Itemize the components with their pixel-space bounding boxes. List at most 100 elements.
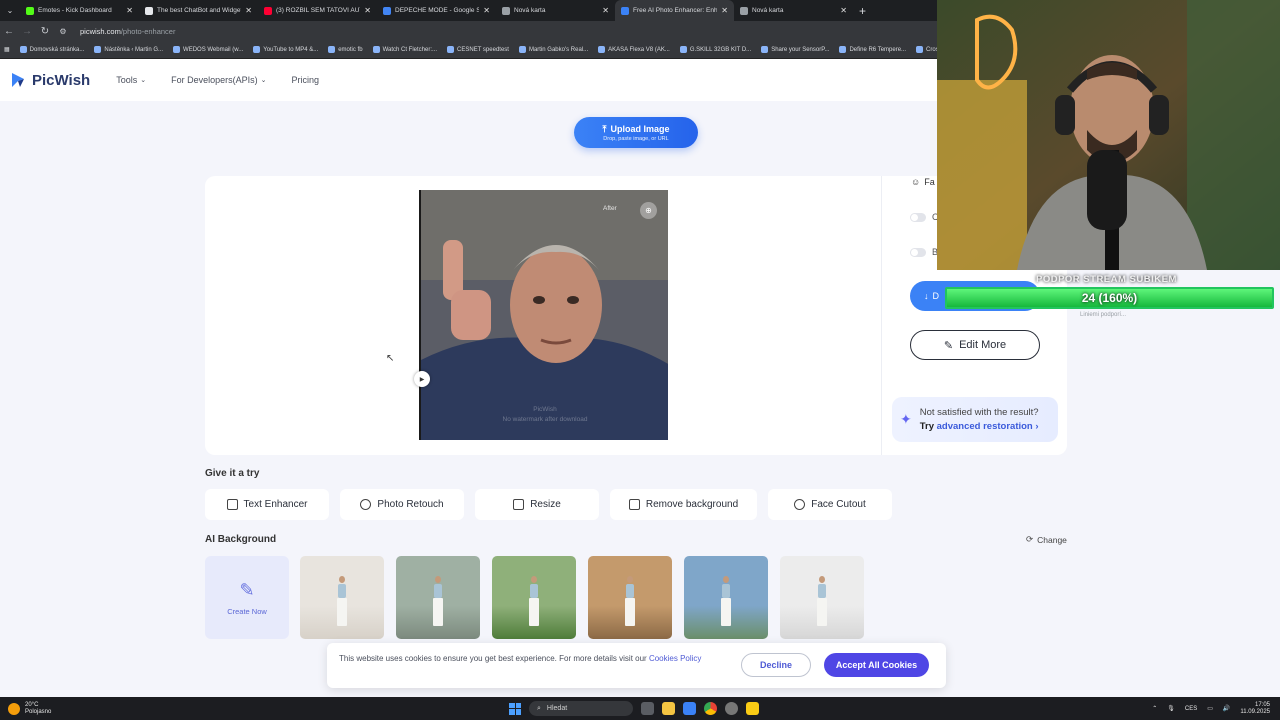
ai-background-thumbnail[interactable] (780, 556, 864, 639)
create-now-label: Create Now (227, 606, 267, 616)
side-divider (881, 176, 882, 455)
preview-image (419, 190, 668, 440)
network-icon[interactable]: ▭ (1207, 705, 1213, 712)
bookmark-item[interactable]: Nástěnka ‹ Martin G... (94, 46, 163, 53)
magic-wand-icon: ✎ (943, 339, 954, 352)
tool-label: Face Cutout (811, 499, 866, 510)
nav-developers[interactable]: For Developers(APIs) ⌄ (171, 75, 266, 85)
create-now-card[interactable]: ✎ Create Now (205, 556, 289, 639)
apps-grid-icon[interactable]: ▦ (4, 46, 10, 53)
tab-close-icon[interactable]: ✕ (721, 6, 728, 15)
bookmark-item[interactable]: YouTube to MP4 &... (253, 46, 318, 53)
weather-widget[interactable]: 20°C Polojasno (8, 702, 51, 716)
edit-more-button[interactable]: ✎ Edit More (910, 330, 1040, 360)
bookmark-item[interactable]: G.SKILL 32GB KIT D... (679, 46, 751, 53)
task-view-icon[interactable] (641, 702, 654, 715)
tool-label: Photo Retouch (377, 499, 444, 510)
browser-tab[interactable]: (3) ROZBIL SEM TATOVI AUTO | ✕ (258, 0, 377, 21)
upload-image-button[interactable]: ⤒ Upload Image Drop, paste image, or URL (574, 117, 698, 148)
tab-close-icon[interactable]: ✕ (126, 6, 133, 15)
accept-all-cookies-button[interactable]: Accept All Cookies (824, 653, 929, 677)
search-icon: ⌕ (537, 704, 541, 712)
nav-tools-label: Tools (116, 75, 138, 85)
bookmark-label: AKASA Flexa V8 (AK... (608, 46, 670, 53)
tool-resize[interactable]: Resize (475, 489, 599, 520)
back-arrow-icon[interactable]: ← (0, 26, 18, 37)
taskbar-search[interactable]: ⌕ Hledat (529, 701, 633, 716)
tab-close-icon[interactable]: ✕ (840, 6, 847, 15)
browser-tab[interactable]: The best ChatBot and Widgets ✕ (139, 0, 258, 21)
bookmark-label: Martin Gabko's Real... (528, 46, 589, 53)
compare-slider-handle[interactable]: ▶ (414, 371, 430, 387)
ai-background-thumbnail[interactable] (492, 556, 576, 639)
logo-text: PicWish (32, 71, 91, 89)
face-icon: ☺ (911, 177, 921, 187)
file-explorer-icon[interactable] (662, 702, 675, 715)
nav-pricing[interactable]: Pricing (292, 75, 320, 85)
windows-start-icon[interactable] (509, 702, 521, 715)
ai-background-thumbnail[interactable] (684, 556, 768, 639)
change-button[interactable]: ⟳ Change (1026, 534, 1067, 545)
browser-tab[interactable]: Free AI Photo Enhancer: Enhance✕ (615, 0, 734, 21)
ai-background-thumbnail[interactable] (396, 556, 480, 639)
toggle-switch-1[interactable] (910, 213, 926, 222)
site-info-icon[interactable]: ⚙ (54, 27, 72, 36)
bookmark-item[interactable]: Martin Gabko's Real... (518, 46, 589, 53)
zoom-icon[interactable]: ⊕ (640, 202, 657, 219)
microphone-icon[interactable]: 🎙 (1167, 705, 1175, 712)
weather-temp: 20°C (25, 701, 39, 708)
tab-favicon-icon (26, 6, 34, 15)
face-option[interactable]: ☺ Fa (911, 177, 935, 187)
bookmark-item[interactable]: emotic fb (328, 46, 363, 53)
advanced-restoration-link[interactable]: advanced restoration (937, 421, 1033, 432)
sticky-notes-icon[interactable] (746, 702, 759, 715)
url-field[interactable]: picwish.com/photo-enhancer (80, 27, 175, 36)
picwish-logo[interactable]: PicWish (10, 71, 90, 89)
bookmark-item[interactable]: Watch Ct Fletcher:... (372, 46, 437, 53)
chevron-down-icon: ⌄ (140, 77, 147, 84)
tool-face-cutout[interactable]: Face Cutout (768, 489, 892, 520)
bookmark-item[interactable]: Share your SensorP... (761, 46, 829, 53)
tab-label: The best ChatBot and Widgets (157, 7, 242, 14)
language-indicator[interactable]: CES (1185, 706, 1197, 712)
reload-icon[interactable]: ↻ (36, 26, 54, 37)
tab-close-icon[interactable]: ✕ (483, 6, 490, 15)
browser-tab[interactable]: Nová karta ✕ (734, 0, 853, 21)
browser-tab[interactable]: Emotes - Kick Dashboard ✕ (20, 0, 139, 21)
tab-close-icon[interactable]: ✕ (602, 6, 609, 15)
shirt-icon (628, 499, 640, 510)
download-label: D (932, 291, 940, 301)
tab-close-icon[interactable]: ✕ (364, 6, 371, 15)
bookmark-item[interactable]: AKASA Flexa V8 (AK... (598, 46, 670, 53)
decline-button[interactable]: Decline (741, 653, 811, 677)
browser-tab[interactable]: Nová karta ✕ (496, 0, 615, 21)
ai-background-thumbnail[interactable] (300, 556, 384, 639)
tool-photo-retouch[interactable]: Photo Retouch (340, 489, 464, 520)
bookmark-item[interactable]: Define R6 Tempere... (839, 46, 906, 53)
advanced-restoration-box[interactable]: ✦ Not satisfied with the result? Try adv… (892, 397, 1058, 442)
chrome-icon[interactable] (704, 702, 717, 715)
tool-remove-background[interactable]: Remove background (610, 489, 757, 520)
chevron-up-icon[interactable]: ⌃ (1152, 705, 1157, 712)
settings-gear-icon[interactable] (725, 702, 738, 715)
new-tab-button[interactable]: + (859, 4, 866, 18)
watermark-line2: No watermark after download (502, 416, 588, 423)
clock[interactable]: 17:05 11.09.2025 (1240, 702, 1270, 716)
volume-icon[interactable]: 🔊 (1223, 705, 1230, 712)
tab-list-chevron-icon[interactable]: ⌄ (0, 6, 20, 15)
url-host: picwish.com (80, 26, 121, 36)
browser-tab[interactable]: DEPECHE MODE - Google Search✕ (377, 0, 496, 21)
store-icon[interactable] (683, 702, 696, 715)
cookies-policy-link[interactable]: Cookies Policy (649, 654, 701, 663)
give-it-a-try-title: Give it a try (205, 468, 260, 479)
ai-background-thumbnail[interactable] (588, 556, 672, 639)
tab-close-icon[interactable]: ✕ (245, 6, 252, 15)
tool-text-enhancer[interactable]: Text Enhancer (205, 489, 329, 520)
forward-arrow-icon[interactable]: → (18, 26, 36, 37)
bookmark-item[interactable]: Domovská stránka... (19, 46, 84, 53)
toggle-switch-2[interactable] (910, 248, 926, 257)
bookmark-item[interactable]: CESNET speedtest (447, 46, 509, 53)
nav-tools[interactable]: Tools ⌄ (116, 75, 146, 85)
tab-label: Emotes - Kick Dashboard (38, 7, 112, 14)
bookmark-item[interactable]: WEDOS Webmail (w... (173, 46, 243, 53)
